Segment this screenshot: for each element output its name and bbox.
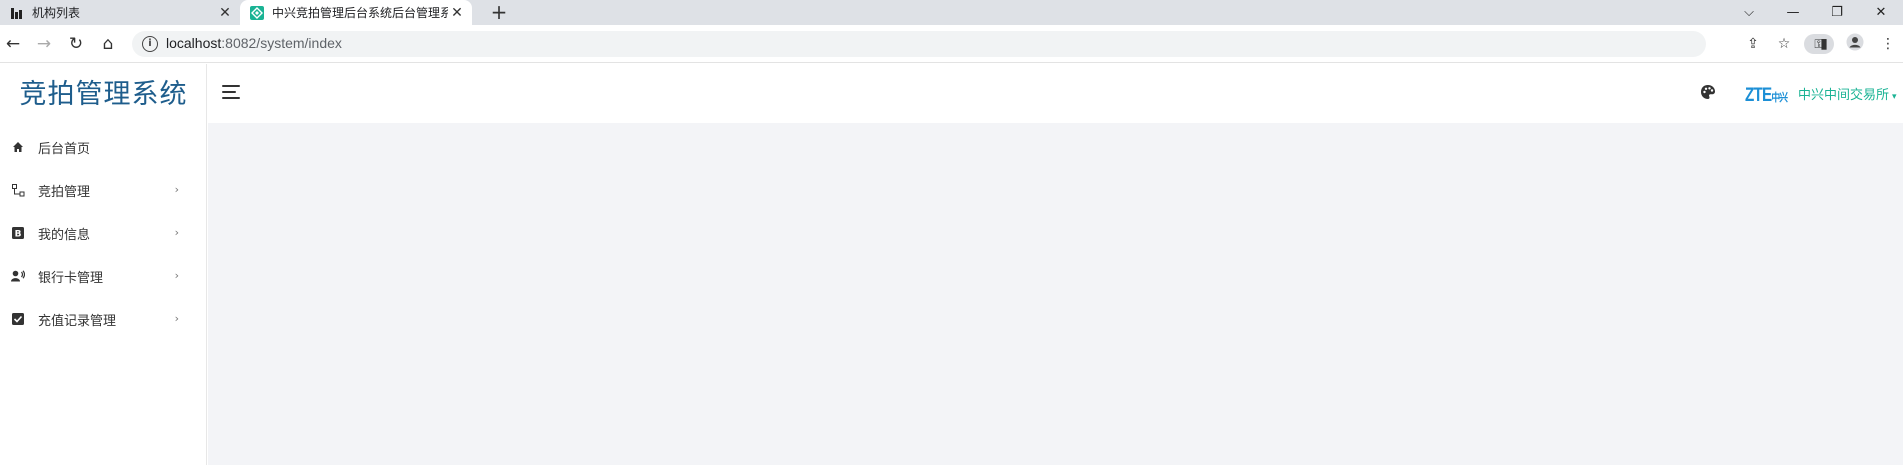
home-icon <box>11 141 25 155</box>
reload-icon[interactable]: ↻ <box>65 33 87 55</box>
user-menu-dropdown[interactable]: 中兴中间交易所 ▾ <box>1798 84 1897 103</box>
diamond-favicon-icon <box>250 5 264 20</box>
svg-text:B: B <box>15 229 22 239</box>
sitemap-icon <box>11 183 25 198</box>
forward-icon[interactable]: → <box>33 33 55 55</box>
chevron-right-icon: › <box>174 183 179 196</box>
sidebar-item-label: 竞拍管理 <box>38 185 91 200</box>
minimize-icon[interactable]: — <box>1771 0 1815 25</box>
check-square-icon <box>11 312 25 327</box>
chevron-down-icon[interactable]: ⌵ <box>1727 0 1771 25</box>
tab-title: 中兴竞拍管理后台系统后台管理系 <box>272 6 448 20</box>
back-icon[interactable]: ← <box>2 33 24 55</box>
chevron-right-icon: › <box>174 226 179 239</box>
info-icon[interactable]: i <box>142 36 158 52</box>
sidebar-item-label: 后台首页 <box>38 142 91 157</box>
top-header: ZTE中兴 中兴中间交易所 ▾ <box>208 64 1903 123</box>
more-menu-icon[interactable]: ⋮ <box>1877 33 1899 55</box>
sidebar-item-label: 充值记录管理 <box>38 314 117 329</box>
tab-title: 机构列表 <box>32 6 81 20</box>
caret-down-icon: ▾ <box>1892 92 1897 102</box>
browser-tab-institution-list[interactable]: 机构列表 ✕ <box>0 0 240 25</box>
close-icon[interactable]: ✕ <box>1859 0 1903 25</box>
chevron-right-icon: › <box>174 312 179 325</box>
sidebar-item-recharge-records[interactable]: 充值记录管理 › <box>0 298 207 341</box>
sidebar-menu: 后台首页 竞拍管理 › B 我的信息 › 银行卡管理 › 充值记录管理 › <box>0 126 207 341</box>
restore-icon[interactable]: ❐ <box>1815 0 1859 25</box>
star-icon[interactable]: ☆ <box>1773 33 1795 55</box>
profile-icon[interactable] <box>1844 33 1866 55</box>
sidebar-item-bank-card[interactable]: 银行卡管理 › <box>0 255 207 298</box>
plus-icon[interactable]: + <box>488 0 510 25</box>
bold-b-icon: B <box>11 226 25 241</box>
zte-logo: ZTE中兴 <box>1745 85 1788 106</box>
sidebar-item-home[interactable]: 后台首页 <box>0 126 207 169</box>
brand-title: 竞拍管理系统 <box>19 79 188 110</box>
url-text[interactable]: localhost:8082/system/index <box>166 35 342 51</box>
tab-close-icon[interactable]: ✕ <box>448 5 466 21</box>
sidebar-item-auction[interactable]: 竞拍管理 › <box>0 169 207 212</box>
address-bar[interactable]: i localhost:8082/system/index ⚿ ⌕ <box>132 31 1856 57</box>
browser-toolbar: ← → ↻ ⌂ i localhost:8082/system/index ⚿ … <box>0 25 1903 63</box>
menu-toggle-icon[interactable] <box>222 84 242 100</box>
browser-tab-strip: 机构列表 ✕ 中兴竞拍管理后台系统后台管理系 ✕ + ⌵ — ❐ ✕ <box>0 0 1903 25</box>
tab-close-icon[interactable]: ✕ <box>216 5 234 21</box>
main-content-area <box>208 123 1903 465</box>
side-panel-icon[interactable]: ▮ <box>1813 33 1835 55</box>
share-icon[interactable]: ⇪ <box>1742 33 1764 55</box>
bar-chart-favicon-icon <box>10 6 24 20</box>
user-name-label: 中兴中间交易所 <box>1798 88 1890 103</box>
sidebar-item-my-info[interactable]: B 我的信息 › <box>0 212 207 255</box>
palette-icon[interactable] <box>1700 84 1718 102</box>
browser-tab-auction-admin[interactable]: 中兴竞拍管理后台系统后台管理系 ✕ <box>240 0 472 25</box>
user-voice-icon <box>11 269 26 284</box>
sidebar: 竞拍管理系统 后台首页 竞拍管理 › B 我的信息 › 银行卡管理 › 充值记录… <box>0 64 207 465</box>
home-icon[interactable]: ⌂ <box>97 33 119 55</box>
sidebar-item-label: 我的信息 <box>38 228 91 243</box>
chevron-right-icon: › <box>174 269 179 282</box>
sidebar-item-label: 银行卡管理 <box>38 271 104 286</box>
